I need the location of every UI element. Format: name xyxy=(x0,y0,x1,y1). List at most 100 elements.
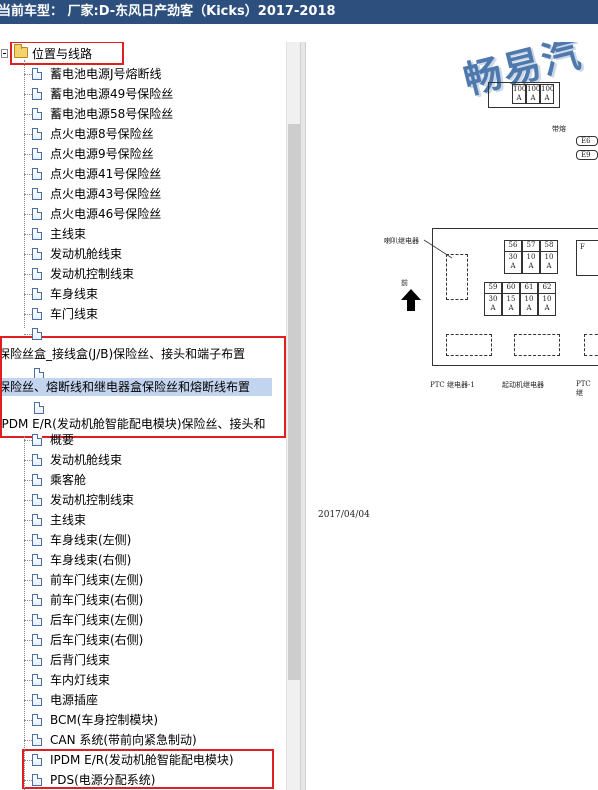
tree-item-label: 蓄电池电源J号熔断线 xyxy=(50,67,162,81)
fuse-cell: 56 30 A xyxy=(504,240,522,274)
connector-e9: E9 xyxy=(576,150,598,160)
fuse-cell: 60 15 A xyxy=(502,282,520,316)
tree-item[interactable]: BCM(车身控制模块) xyxy=(0,710,286,730)
document-icon xyxy=(32,714,42,726)
tree-item[interactable]: 车内灯线束 xyxy=(0,670,286,690)
tree-root-label: 位置与线路 xyxy=(32,47,93,61)
tree-item[interactable]: 乘客舱 xyxy=(0,470,286,490)
document-icon xyxy=(32,268,42,280)
tree-connector xyxy=(24,740,32,741)
ptc-relay-2-label: PTC 继 xyxy=(576,380,591,397)
tree-item-label: 乘客舱 xyxy=(50,473,87,487)
tree-item[interactable]: 发动机控制线束 xyxy=(0,264,286,284)
document-icon xyxy=(32,288,42,300)
tree-item-label: CAN 系统(带前向紧急制动) xyxy=(50,733,197,747)
tree-item-label: 概要 xyxy=(50,433,75,447)
tree-item[interactable]: 发动机控制线束 xyxy=(0,490,286,510)
tree-item[interactable]: 蓄电池电源58号保险丝 xyxy=(0,104,286,124)
tree-item-label: 前车门线束(左侧) xyxy=(50,573,144,587)
tree-item[interactable]: 车身线束(右侧) xyxy=(0,550,286,570)
tree-item-doc[interactable] xyxy=(0,324,286,344)
fuse-cell: 57 10 A xyxy=(522,240,540,274)
document-icon xyxy=(32,188,42,200)
tree-connector xyxy=(24,134,32,135)
tree-item[interactable]: 点火电源8号保险丝 xyxy=(0,124,286,144)
tree-item[interactable]: PDS(电源分配系统) xyxy=(0,770,286,790)
document-icon xyxy=(32,308,42,320)
tree-item[interactable]: 发动机舱线束 xyxy=(0,244,286,264)
fusible-link-cell: 100 A xyxy=(540,84,555,104)
document-icon xyxy=(32,654,42,666)
tree-item[interactable]: 发动机舱线束 xyxy=(0,450,286,470)
tree-item[interactable]: 车门线束 xyxy=(0,304,286,324)
document-icon xyxy=(34,402,44,414)
tree-connector xyxy=(24,234,32,235)
tree-item[interactable]: 点火电源46号保险丝 xyxy=(0,204,286,224)
tree-item[interactable]: 主线束 xyxy=(0,224,286,244)
tree-item[interactable]: 点火电源9号保险丝 xyxy=(0,144,286,164)
ptc-relay-2 xyxy=(584,334,598,356)
document-icon xyxy=(32,634,42,646)
tree-item[interactable]: 点火电源41号保险丝 xyxy=(0,164,286,184)
document-icon xyxy=(32,208,42,220)
tree-item-label: 发动机控制线束 xyxy=(50,267,135,281)
tree-item[interactable]: 主线束 xyxy=(0,510,286,530)
tree-connector xyxy=(24,274,32,275)
document-viewer[interactable]: 畅易汽 带熔 E6 E9 喇叭继电器 前 F PTC 继电器-1 起动机继电器 … xyxy=(306,42,598,790)
document-icon xyxy=(32,328,42,340)
tree-item[interactable]: 蓄电池电源J号熔断线 xyxy=(0,64,286,84)
collapse-icon[interactable] xyxy=(1,49,8,58)
tree-section-fusible-relay-box[interactable]: 保险丝、熔断线和继电器盒保险丝和熔断线布置 xyxy=(0,378,272,396)
tree-item[interactable]: CAN 系统(带前向紧急制动) xyxy=(0,730,286,750)
tree-item[interactable]: 点火电源43号保险丝 xyxy=(0,184,286,204)
tree-connector xyxy=(24,680,32,681)
tree-item[interactable]: 后车门线束(右侧) xyxy=(0,630,286,650)
tree-item-label: 蓄电池电源49号保险丝 xyxy=(50,87,174,101)
ptc-relay-1-label: PTC 继电器-1 xyxy=(430,381,475,389)
tree-item[interactable]: 电源插座 xyxy=(0,690,286,710)
tree-item[interactable]: 蓄电池电源49号保险丝 xyxy=(0,84,286,104)
document-icon xyxy=(32,674,42,686)
fusible-label: 带熔 xyxy=(552,125,566,133)
tree-connector xyxy=(24,254,32,255)
fuse-cell: 59 30 A xyxy=(484,282,502,316)
tree-scrollbar[interactable] xyxy=(286,42,301,790)
tree-item-label: 电源插座 xyxy=(50,693,99,707)
tree-root-node[interactable]: 位置与线路 xyxy=(0,44,286,64)
tree-item-label: 发动机舱线束 xyxy=(50,247,123,261)
tree-item[interactable]: 后背门线束 xyxy=(0,650,286,670)
starter-relay-label: 起动机继电器 xyxy=(502,381,544,389)
scrollbar-thumb[interactable] xyxy=(288,124,300,680)
document-icon xyxy=(32,494,42,506)
tree-connector xyxy=(24,460,32,461)
horn-relay-label: 喇叭继电器 xyxy=(384,237,419,245)
document-icon xyxy=(32,554,42,566)
tree-item-label: 后车门线束(左侧) xyxy=(50,613,144,627)
document-icon xyxy=(32,168,42,180)
tree-section-junction-box[interactable]: 保险丝盒_接线盒(J/B)保险丝、接头和端子布置 xyxy=(0,344,286,364)
tree-connector xyxy=(24,660,32,661)
tree-item[interactable]: IPDM E/R(发动机舱智能配电模块) xyxy=(0,750,286,770)
tree-connector xyxy=(24,194,32,195)
tree-item-label: 发动机控制线束 xyxy=(50,493,135,507)
document-icon xyxy=(32,614,42,626)
tree-item-label: 点火电源41号保险丝 xyxy=(50,167,162,181)
tree-item[interactable]: 概要 xyxy=(0,430,286,450)
tree-item[interactable]: 前车门线束(左侧) xyxy=(0,570,286,590)
navigation-tree[interactable]: 位置与线路 保险丝盒_接线盒(J/B)保险丝、接头和端子布置 保险丝、熔断线和继… xyxy=(0,42,286,790)
tree-connector xyxy=(24,540,32,541)
fusible-link-cell: 100 A xyxy=(526,84,541,104)
tree-item[interactable]: 车身线束 xyxy=(0,284,286,304)
tree-item[interactable]: 车身线束(左侧) xyxy=(0,530,286,550)
document-icon xyxy=(32,88,42,100)
tree-item[interactable]: 前车门线束(右侧) xyxy=(0,590,286,610)
document-icon xyxy=(32,534,42,546)
tree-item-label: 主线束 xyxy=(50,227,87,241)
tree-item-label: 车身线束 xyxy=(50,287,99,301)
tree-item-label: 车身线束(左侧) xyxy=(50,533,132,547)
tree-connector xyxy=(24,154,32,155)
document-icon xyxy=(32,108,42,120)
tree-connector xyxy=(24,436,25,790)
tree-item[interactable]: 后车门线束(左侧) xyxy=(0,610,286,630)
tree-connector xyxy=(24,720,32,721)
